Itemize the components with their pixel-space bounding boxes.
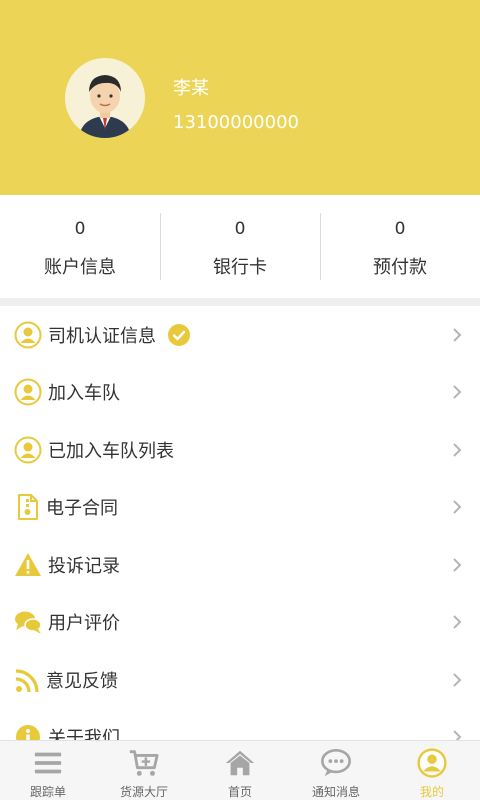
avatar[interactable] <box>65 58 145 138</box>
stat-prepayment[interactable]: 0 预付款 <box>320 195 480 298</box>
stat-bank-card[interactable]: 0 银行卡 <box>160 195 320 298</box>
stat-label: 预付款 <box>373 257 427 278</box>
menu-item-label: 用户评价 <box>48 613 120 635</box>
document-icon <box>18 494 38 521</box>
menu-item-e-contract[interactable]: 电子合同 <box>0 479 480 537</box>
profile-header: 李某 13100000000 <box>0 0 480 195</box>
message-icon <box>321 748 351 777</box>
info-icon <box>16 725 40 740</box>
verified-check-icon <box>168 323 190 346</box>
user-circle-icon <box>14 436 42 464</box>
home-icon <box>225 750 255 776</box>
menu-item-driver-certification[interactable]: 司机认证信息 <box>0 306 480 364</box>
warning-icon <box>15 552 41 576</box>
menu-item-user-reviews[interactable]: 用户评价 <box>0 594 480 652</box>
tab-home[interactable]: 首页 <box>192 741 288 800</box>
user-circle-icon <box>14 321 42 349</box>
stat-value: 0 <box>74 219 86 239</box>
menu-item-label: 投诉记录 <box>48 555 120 577</box>
tab-mine[interactable]: 我的 <box>384 741 480 800</box>
menu-item-join-fleet[interactable]: 加入车队 <box>0 364 480 422</box>
chevron-right-icon <box>453 500 462 514</box>
tab-label: 我的 <box>419 785 444 799</box>
stats-row: 0 账户信息 0 银行卡 0 预付款 <box>0 195 480 298</box>
tab-label: 首页 <box>227 785 252 799</box>
menu-item-feedback[interactable]: 意见反馈 <box>0 651 480 709</box>
menu-item-joined-fleet-list[interactable]: 已加入车队列表 <box>0 421 480 479</box>
chevron-right-icon <box>453 673 462 687</box>
tab-tracking[interactable]: 跟踪单 <box>0 741 96 800</box>
chat-icon <box>15 611 42 635</box>
rss-icon <box>15 669 39 692</box>
stat-account-info[interactable]: 0 账户信息 <box>0 195 160 298</box>
user-circle-icon <box>14 378 42 406</box>
user-phone: 13100000000 <box>173 112 299 133</box>
section-divider <box>0 298 480 306</box>
chevron-right-icon <box>453 730 462 740</box>
menu-item-label: 司机认证信息 <box>48 325 156 347</box>
tab-notifications[interactable]: 通知消息 <box>288 741 384 800</box>
bottom-tab-bar: 跟踪单 货源大厅 首页 通知消息 我的 <box>0 740 480 800</box>
chevron-right-icon <box>453 443 462 457</box>
tab-label: 通知消息 <box>311 785 360 799</box>
user-icon <box>417 748 447 778</box>
stat-value: 0 <box>394 219 406 239</box>
user-name: 李某 <box>173 78 209 99</box>
menu-item-about-us[interactable]: 关于我们 <box>0 709 480 740</box>
menu-item-label: 电子合同 <box>46 498 118 520</box>
chevron-right-icon <box>453 385 462 399</box>
cart-icon <box>129 750 159 776</box>
menu-item-label: 关于我们 <box>48 728 120 740</box>
menu-item-label: 已加入车队列表 <box>48 440 174 462</box>
stat-label: 账户信息 <box>44 257 116 278</box>
chevron-right-icon <box>453 615 462 629</box>
tab-label: 跟踪单 <box>29 785 66 799</box>
list-icon <box>34 752 62 774</box>
menu-item-label: 加入车队 <box>48 383 120 405</box>
menu-item-label: 意见反馈 <box>46 670 118 692</box>
chevron-right-icon <box>453 558 462 572</box>
menu-item-complaint-records[interactable]: 投诉记录 <box>0 536 480 594</box>
stat-label: 银行卡 <box>213 257 267 278</box>
tab-label: 货源大厅 <box>119 785 168 799</box>
avatar-image <box>65 58 145 138</box>
chevron-right-icon <box>453 328 462 342</box>
stat-value: 0 <box>234 219 246 239</box>
tab-cargo-hall[interactable]: 货源大厅 <box>96 741 192 800</box>
menu-list: 司机认证信息 加入车队 已加入车队列表 电子合同 投诉记录 用户评价 意见反馈 … <box>0 306 480 740</box>
